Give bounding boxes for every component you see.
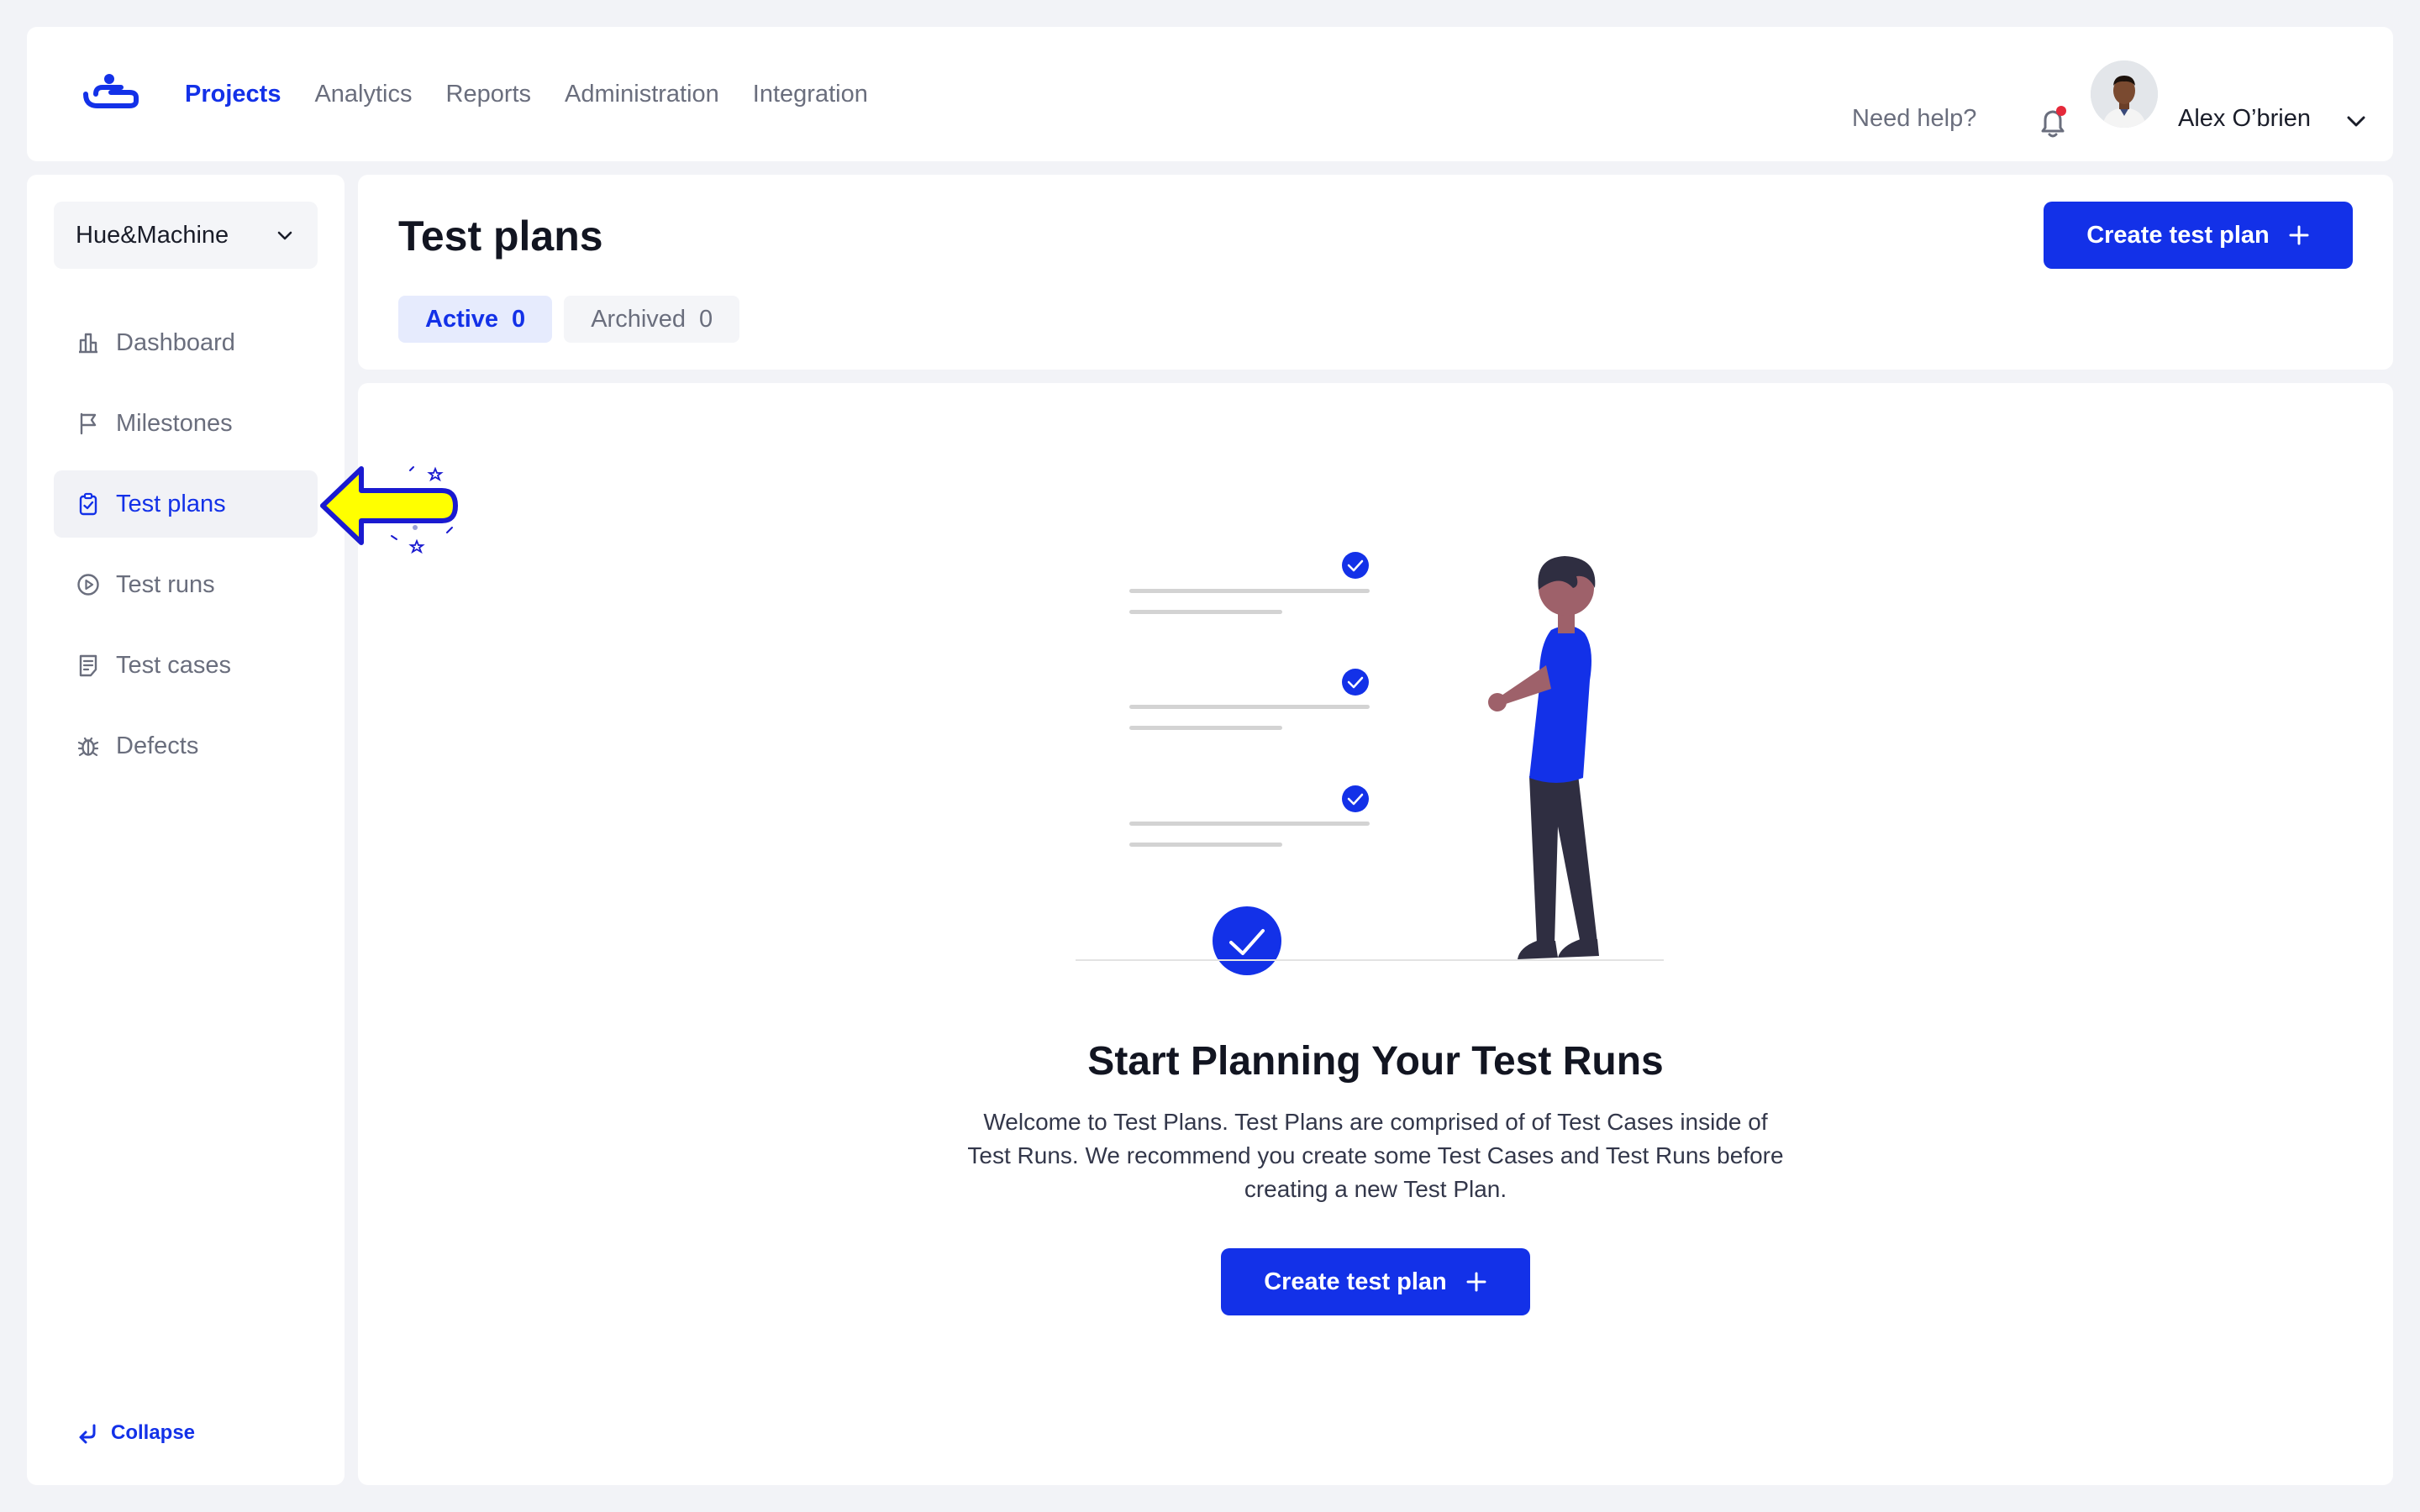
- clipboard-check-icon: [79, 492, 97, 516]
- avatar-image: [2091, 60, 2158, 128]
- nav-analytics[interactable]: Analytics: [314, 81, 412, 108]
- project-selector[interactable]: Hue&Machine: [54, 202, 318, 269]
- sidebar-item-test-runs[interactable]: Test runs: [54, 551, 318, 618]
- page-title: Test plans: [398, 213, 603, 260]
- sidebar-item-label: Defects: [116, 732, 199, 759]
- page-header: Test plans Create test plan Active 0 Arc…: [358, 175, 2393, 370]
- app-logo-icon[interactable]: [81, 72, 139, 114]
- button-label: Create test plan: [2086, 221, 2270, 249]
- sidebar-item-label: Test plans: [116, 490, 226, 517]
- top-navigation-bar: Projects Analytics Reports Administratio…: [27, 27, 2393, 161]
- nav-reports[interactable]: Reports: [446, 81, 532, 108]
- tab-archived[interactable]: Archived 0: [564, 296, 740, 343]
- sidebar-item-dashboard[interactable]: Dashboard: [54, 309, 318, 376]
- nav-integration[interactable]: Integration: [753, 81, 868, 108]
- tab-count: 0: [699, 305, 713, 333]
- sidebar-item-test-plans[interactable]: Test plans: [54, 470, 318, 538]
- empty-state-description: Welcome to Test Plans. Test Plans are co…: [967, 1109, 1784, 1202]
- chevron-down-icon: [277, 231, 292, 240]
- plus-icon: [1466, 1272, 1486, 1292]
- sidebar: Hue&Machine Dashboard Milestones Test pl…: [27, 175, 345, 1485]
- document-list-icon: [79, 654, 97, 677]
- empty-state-panel: Start Planning Your Test Runs Welcome to…: [358, 383, 2393, 1485]
- tab-count: 0: [512, 305, 526, 333]
- chevron-down-icon[interactable]: [2344, 109, 2368, 133]
- bug-icon: [77, 737, 99, 757]
- checklist-graphic: [1129, 552, 1370, 847]
- need-help-link[interactable]: Need help?: [1852, 105, 1976, 133]
- sidebar-item-label: Test runs: [116, 570, 215, 598]
- empty-state-title: Start Planning Your Test Runs: [1087, 1039, 1664, 1084]
- sidebar-item-label: Milestones: [116, 409, 233, 437]
- create-test-plan-button[interactable]: Create test plan: [1221, 1248, 1530, 1315]
- create-test-plan-button[interactable]: Create test plan: [2044, 202, 2353, 269]
- notification-bell-icon[interactable]: [2033, 102, 2074, 143]
- notification-dot: [2056, 106, 2066, 116]
- sidebar-item-defects[interactable]: Defects: [54, 712, 318, 780]
- sidebar-item-milestones[interactable]: Milestones: [54, 390, 318, 457]
- yellow-arrow-annotation-icon: [320, 466, 458, 554]
- app-root: Projects Analytics Reports Administratio…: [0, 0, 2420, 1512]
- nav-administration[interactable]: Administration: [565, 81, 719, 108]
- sidebar-menu: Dashboard Milestones Test plans Test run…: [54, 309, 318, 793]
- plus-icon: [2289, 225, 2309, 245]
- nav-projects[interactable]: Projects: [185, 81, 281, 108]
- user-avatar[interactable]: [2091, 60, 2158, 128]
- sidebar-item-label: Test cases: [116, 651, 231, 679]
- button-label: Create test plan: [1264, 1268, 1447, 1295]
- main-nav: Projects Analytics Reports Administratio…: [185, 27, 868, 161]
- ground-line: [1076, 959, 1664, 961]
- large-check-circle: [1213, 906, 1281, 975]
- collapse-label: Collapse: [111, 1421, 196, 1444]
- tab-active[interactable]: Active 0: [398, 296, 553, 343]
- sidebar-item-label: Dashboard: [116, 328, 235, 356]
- collapse-sidebar-button[interactable]: Collapse: [76, 1421, 195, 1445]
- return-arrow-icon: [79, 1424, 96, 1444]
- play-circle-icon: [77, 574, 99, 596]
- empty-state-illustration: [1076, 552, 1664, 975]
- project-name: Hue&Machine: [76, 221, 229, 249]
- tab-label: Archived: [591, 305, 687, 333]
- user-name[interactable]: Alex O’brien: [2178, 105, 2311, 133]
- dashboard-icon: [79, 333, 97, 354]
- tab-label: Active: [425, 305, 499, 333]
- status-tabs: Active 0 Archived 0: [398, 296, 740, 343]
- sidebar-item-test-cases[interactable]: Test cases: [54, 632, 318, 699]
- flag-icon: [80, 412, 97, 435]
- person-figure: [1488, 556, 1599, 959]
